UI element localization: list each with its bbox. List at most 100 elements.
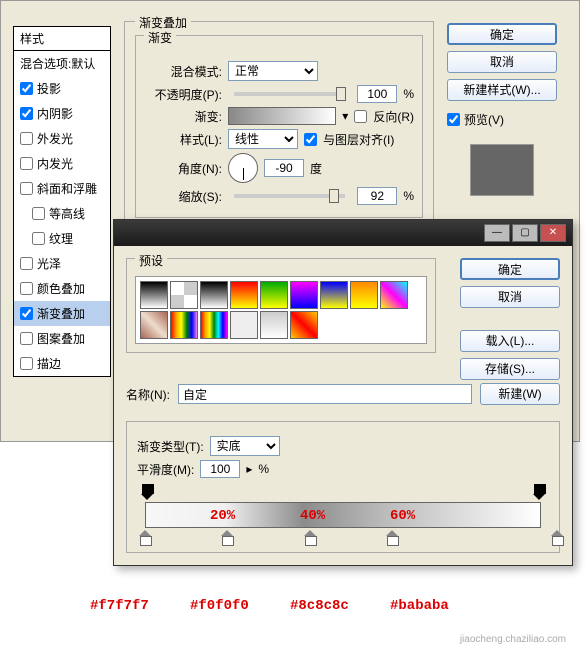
dropdown-icon[interactable]: ▸ bbox=[246, 462, 252, 476]
align-checkbox[interactable] bbox=[304, 133, 317, 146]
style-item[interactable]: 纹理 bbox=[14, 226, 110, 251]
preset-thumb[interactable] bbox=[260, 311, 288, 339]
style-checkbox[interactable] bbox=[20, 332, 33, 345]
style-row: 样式(L): 线性 与图层对齐(I) bbox=[144, 129, 414, 149]
ge-cancel-button[interactable]: 取消 bbox=[460, 286, 560, 308]
ok-button[interactable]: 确定 bbox=[447, 23, 557, 45]
cancel-button[interactable]: 取消 bbox=[447, 51, 557, 73]
style-checkbox[interactable] bbox=[20, 282, 33, 295]
style-checkbox[interactable] bbox=[20, 257, 33, 270]
smoothness-input[interactable] bbox=[200, 460, 240, 478]
name-row: 名称(N): 新建(W) bbox=[126, 383, 560, 405]
preset-thumb[interactable] bbox=[290, 311, 318, 339]
preview-check-row: 预览(V) bbox=[447, 111, 557, 128]
new-style-button[interactable]: 新建样式(W)... bbox=[447, 79, 557, 101]
style-item[interactable]: 渐变叠加 bbox=[14, 301, 110, 326]
titlebar[interactable]: — ▢ ✕ bbox=[114, 220, 572, 246]
style-label: 内发光 bbox=[37, 155, 73, 172]
annot-60: 60% bbox=[390, 508, 415, 524]
opacity-stop-right[interactable] bbox=[533, 486, 545, 500]
style-item[interactable]: 图案叠加 bbox=[14, 326, 110, 351]
style-checkbox[interactable] bbox=[20, 132, 33, 145]
style-checkbox[interactable] bbox=[32, 232, 45, 245]
style-checkbox[interactable] bbox=[20, 82, 33, 95]
preset-thumb[interactable] bbox=[200, 311, 228, 339]
style-item[interactable]: 描边 bbox=[14, 351, 110, 376]
preset-thumb[interactable] bbox=[260, 281, 288, 309]
preset-thumb[interactable] bbox=[230, 281, 258, 309]
opacity-stop-left[interactable] bbox=[141, 486, 153, 500]
close-icon[interactable]: ✕ bbox=[540, 224, 566, 242]
blending-options[interactable]: 混合选项:默认 bbox=[14, 51, 110, 76]
preset-thumb[interactable] bbox=[200, 281, 228, 309]
color-stop[interactable] bbox=[304, 530, 316, 544]
color-stop[interactable] bbox=[551, 530, 563, 544]
reverse-checkbox[interactable] bbox=[354, 110, 367, 123]
scale-unit: % bbox=[403, 189, 414, 203]
blend-mode-row: 混合模式: 正常 bbox=[144, 61, 414, 81]
style-checkbox[interactable] bbox=[20, 107, 33, 120]
angle-input[interactable] bbox=[264, 159, 304, 177]
angle-dial[interactable] bbox=[228, 153, 258, 183]
gradient-preview[interactable] bbox=[228, 107, 336, 125]
blend-mode-select[interactable]: 正常 bbox=[228, 61, 318, 81]
preset-thumb[interactable] bbox=[290, 281, 318, 309]
scale-input[interactable] bbox=[357, 187, 397, 205]
style-item[interactable]: 内发光 bbox=[14, 151, 110, 176]
style-item[interactable]: 等高线 bbox=[14, 201, 110, 226]
minimize-icon[interactable]: — bbox=[484, 224, 510, 242]
preset-thumb[interactable] bbox=[170, 281, 198, 309]
angle-unit: 度 bbox=[310, 160, 322, 177]
gradient-group: 渐变 混合模式: 正常 不透明度(P): % 渐变: ▾ 反向(R) 样式(L)… bbox=[135, 35, 423, 218]
preview-label: 预览(V) bbox=[464, 111, 504, 128]
angle-label: 角度(N): bbox=[144, 160, 222, 177]
preset-thumb[interactable] bbox=[320, 281, 348, 309]
preset-thumb[interactable] bbox=[140, 281, 168, 309]
style-item[interactable]: 外发光 bbox=[14, 126, 110, 151]
style-label: 内阴影 bbox=[37, 105, 73, 122]
name-input[interactable] bbox=[178, 384, 472, 404]
opacity-input[interactable] bbox=[357, 85, 397, 103]
style-item[interactable]: 投影 bbox=[14, 76, 110, 101]
dropdown-icon[interactable]: ▾ bbox=[342, 109, 348, 123]
type-select[interactable]: 实底 bbox=[210, 436, 280, 456]
scale-row: 缩放(S): % bbox=[144, 187, 414, 205]
preset-thumb[interactable] bbox=[350, 281, 378, 309]
style-checkbox[interactable] bbox=[32, 207, 45, 220]
load-button[interactable]: 载入(L)... bbox=[460, 330, 560, 352]
opacity-slider[interactable] bbox=[234, 92, 345, 96]
style-item[interactable]: 颜色叠加 bbox=[14, 276, 110, 301]
opacity-row: 不透明度(P): % bbox=[144, 85, 414, 103]
preset-thumb[interactable] bbox=[230, 311, 258, 339]
style-select[interactable]: 线性 bbox=[228, 129, 298, 149]
style-item[interactable]: 光泽 bbox=[14, 251, 110, 276]
save-button[interactable]: 存储(S)... bbox=[460, 358, 560, 380]
scale-slider[interactable] bbox=[234, 194, 345, 198]
presets-group: 预设 bbox=[126, 258, 436, 353]
style-checkbox[interactable] bbox=[20, 157, 33, 170]
style-checkbox[interactable] bbox=[20, 182, 33, 195]
gradient-overlay-panel: 渐变叠加 渐变 混合模式: 正常 不透明度(P): % 渐变: ▾ 反向(R) bbox=[124, 21, 434, 229]
group-title: 渐变 bbox=[144, 29, 176, 46]
style-checkbox[interactable] bbox=[20, 357, 33, 370]
color-stop[interactable] bbox=[221, 530, 233, 544]
preset-thumb[interactable] bbox=[170, 311, 198, 339]
gradient-bar[interactable] bbox=[145, 502, 541, 528]
maximize-icon[interactable]: ▢ bbox=[512, 224, 538, 242]
opacity-unit: % bbox=[403, 87, 414, 101]
new-button[interactable]: 新建(W) bbox=[480, 383, 560, 405]
preview-checkbox[interactable] bbox=[447, 113, 460, 126]
style-item[interactable]: 斜面和浮雕 bbox=[14, 176, 110, 201]
style-label: 颜色叠加 bbox=[37, 280, 85, 297]
style-label: 光泽 bbox=[37, 255, 61, 272]
style-checkbox[interactable] bbox=[20, 307, 33, 320]
color-stop[interactable] bbox=[139, 530, 151, 544]
color-stop[interactable] bbox=[386, 530, 398, 544]
align-label: 与图层对齐(I) bbox=[323, 131, 394, 148]
style-item[interactable]: 内阴影 bbox=[14, 101, 110, 126]
dialog-buttons: 确定 取消 新建样式(W)... 预览(V) bbox=[447, 23, 557, 196]
preset-thumb[interactable] bbox=[380, 281, 408, 309]
type-label: 渐变类型(T): bbox=[137, 438, 204, 455]
preset-thumb[interactable] bbox=[140, 311, 168, 339]
ge-ok-button[interactable]: 确定 bbox=[460, 258, 560, 280]
